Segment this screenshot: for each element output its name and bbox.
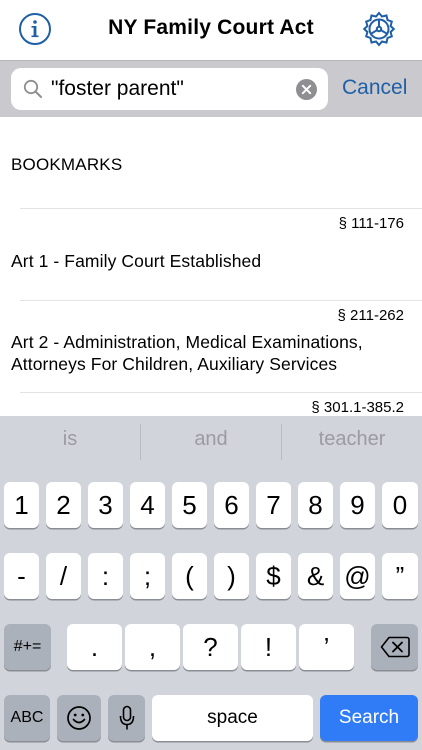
search-field[interactable] xyxy=(11,68,328,110)
search-icon xyxy=(23,79,43,99)
clear-search-icon[interactable] xyxy=(296,79,317,100)
settings-icon[interactable] xyxy=(360,10,398,48)
key-open-paren[interactable]: ( xyxy=(172,553,207,599)
more-symbols-key[interactable]: #+= xyxy=(4,624,51,670)
section-range: § 111-176 xyxy=(338,215,404,232)
emoji-icon xyxy=(67,706,91,730)
emoji-key[interactable] xyxy=(57,695,101,741)
navigation-bar: NY Family Court Act xyxy=(0,0,422,60)
key-hyphen[interactable]: - xyxy=(4,553,39,599)
search-bar: Cancel xyxy=(0,60,422,117)
section-header: BOOKMARKS xyxy=(11,155,123,174)
article-title: Art 2 - Administration, Medical Examinat… xyxy=(11,332,363,374)
key-exclamation[interactable]: ! xyxy=(241,624,296,670)
key-3[interactable]: 3 xyxy=(88,482,123,528)
key-9[interactable]: 9 xyxy=(340,482,375,528)
space-key[interactable]: space xyxy=(152,695,313,741)
key-close-paren[interactable]: ) xyxy=(214,553,249,599)
key-5[interactable]: 5 xyxy=(172,482,207,528)
prediction-3[interactable]: teacher xyxy=(282,416,422,466)
bookmark-list: BOOKMARKS § 111-176 Art 1 - Family Court… xyxy=(0,117,422,416)
key-comma[interactable]: , xyxy=(125,624,180,670)
key-ampersand[interactable]: & xyxy=(298,553,333,599)
search-key[interactable]: Search xyxy=(320,695,418,741)
keyboard: is and teacher 1 2 3 4 5 6 7 8 9 0 - / :… xyxy=(0,416,422,750)
key-apostrophe[interactable]: ’ xyxy=(299,624,354,670)
microphone-icon xyxy=(119,705,134,730)
backspace-icon xyxy=(380,636,410,658)
key-1[interactable]: 1 xyxy=(4,482,39,528)
cancel-button[interactable]: Cancel xyxy=(342,76,407,100)
key-semicolon[interactable]: ; xyxy=(130,553,165,599)
key-quote[interactable]: ” xyxy=(382,553,418,599)
divider xyxy=(20,208,422,209)
prediction-1[interactable]: is xyxy=(0,416,140,466)
search-input[interactable] xyxy=(51,74,296,104)
delete-key[interactable] xyxy=(371,624,418,670)
key-7[interactable]: 7 xyxy=(256,482,291,528)
section-range: § 301.1-385.2 xyxy=(311,399,404,416)
article-title: Art 1 - Family Court Established xyxy=(11,251,262,271)
key-at[interactable]: @ xyxy=(340,553,375,599)
predictive-bar: is and teacher xyxy=(0,416,422,466)
page-title: NY Family Court Act xyxy=(108,16,314,39)
prediction-2[interactable]: and xyxy=(141,416,281,466)
key-4[interactable]: 4 xyxy=(130,482,165,528)
key-0[interactable]: 0 xyxy=(382,482,418,528)
key-dollar[interactable]: $ xyxy=(256,553,291,599)
section-range: § 211-262 xyxy=(337,307,404,324)
key-question[interactable]: ? xyxy=(183,624,238,670)
divider xyxy=(20,300,422,301)
abc-key[interactable]: ABC xyxy=(4,695,50,741)
key-2[interactable]: 2 xyxy=(46,482,81,528)
dictation-key[interactable] xyxy=(108,695,145,741)
key-colon[interactable]: : xyxy=(88,553,123,599)
key-slash[interactable]: / xyxy=(46,553,81,599)
key-6[interactable]: 6 xyxy=(214,482,249,528)
key-period[interactable]: . xyxy=(67,624,122,670)
key-8[interactable]: 8 xyxy=(298,482,333,528)
divider xyxy=(20,392,422,393)
